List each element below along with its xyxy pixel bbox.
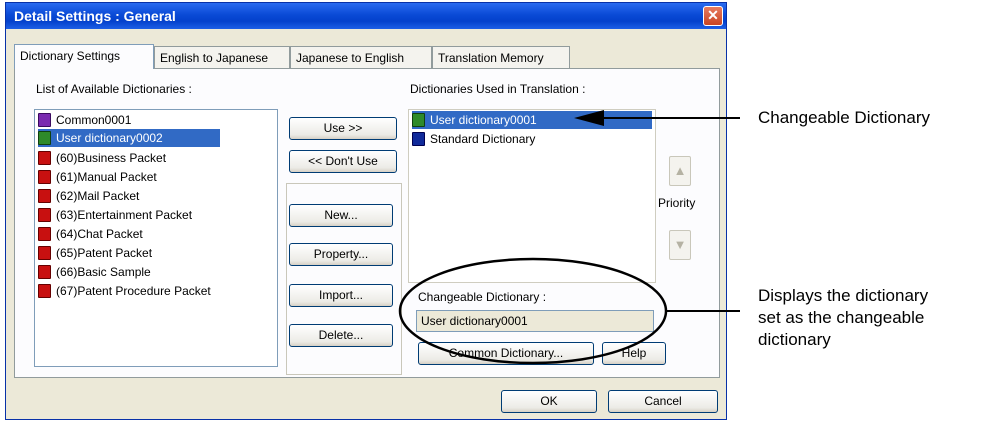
callout-changeable-dictionary: Changeable Dictionary bbox=[758, 108, 930, 127]
tab-dictionary-settings[interactable]: Dictionary Settings bbox=[14, 44, 154, 69]
callout-displays-line3: dictionary bbox=[758, 330, 831, 349]
callout-displays-line1: Displays the dictionary bbox=[758, 286, 929, 305]
callout-arrowhead bbox=[574, 110, 604, 126]
callout-displays-line2: set as the changeable bbox=[758, 308, 925, 327]
callout-ellipse bbox=[398, 257, 668, 365]
